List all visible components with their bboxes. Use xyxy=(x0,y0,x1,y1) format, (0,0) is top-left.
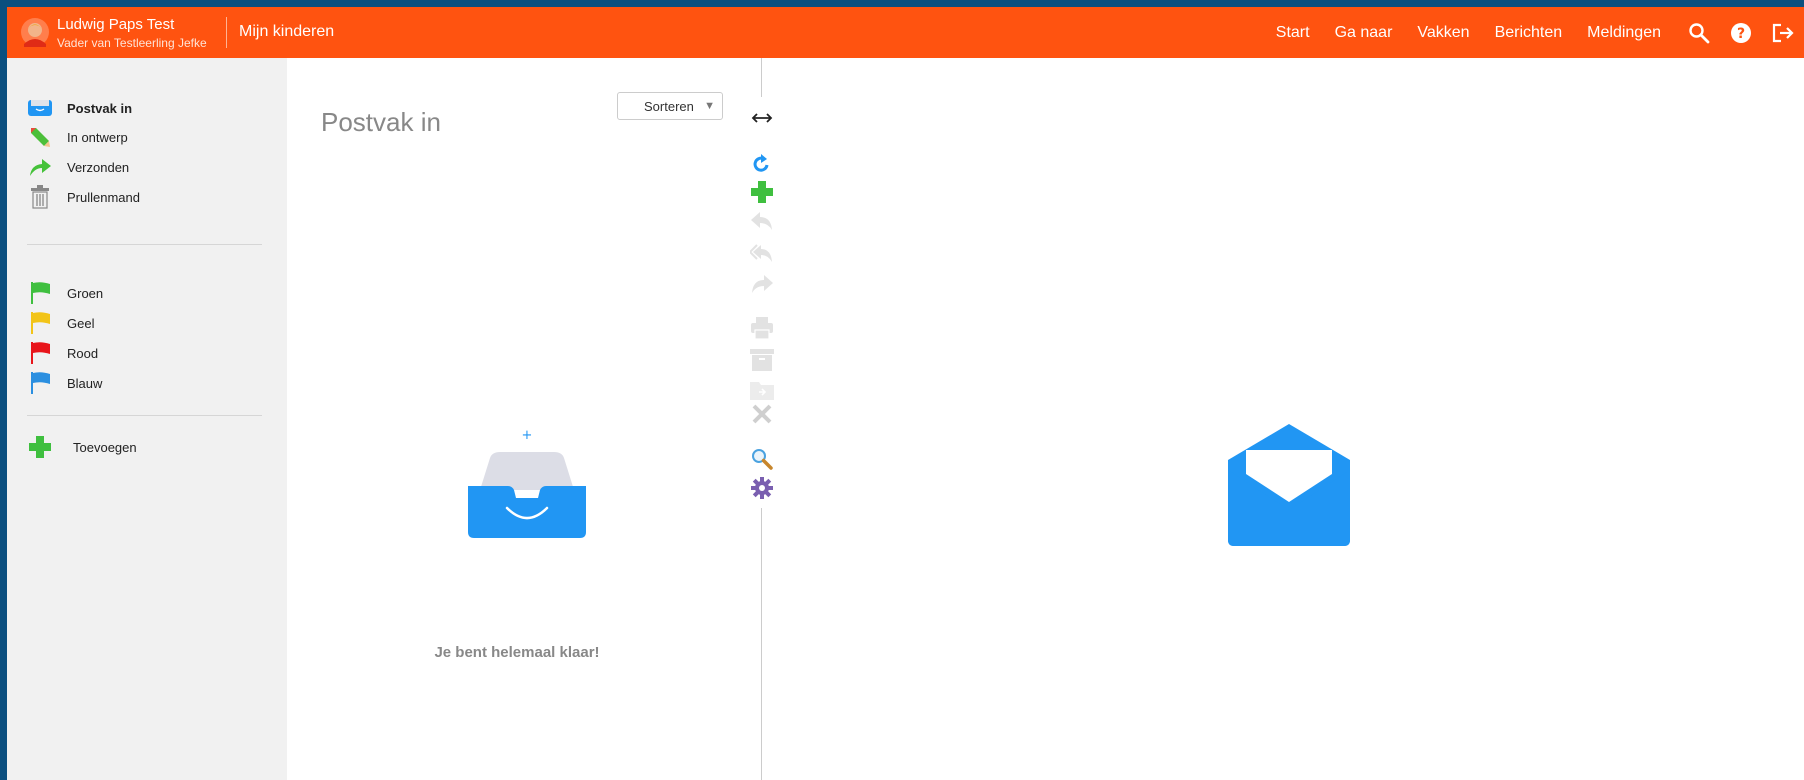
sidebar-item-label: Rood xyxy=(67,345,99,361)
open-envelope-icon xyxy=(1228,424,1350,546)
sidebar-item-label: Groen xyxy=(67,285,104,301)
top-navigation: Start Ga naar Vakken Berichten Meldingen… xyxy=(1276,7,1804,58)
sidebar-item-label: Prullenmand xyxy=(67,189,140,205)
sidebar-item-label: Verzonden xyxy=(67,159,130,175)
sidebar-item-flag-red[interactable]: Rood xyxy=(27,340,98,366)
sidebar-item-trash[interactable]: Prullenmand xyxy=(27,184,140,210)
nav-messages[interactable]: Berichten xyxy=(1495,24,1563,42)
message-toolbar xyxy=(747,58,777,780)
svg-text:?: ? xyxy=(1737,26,1745,42)
sidebar-item-sent[interactable]: Verzonden xyxy=(27,154,129,180)
sidebar-item-label: Postvak in xyxy=(67,100,133,116)
sidebar-divider xyxy=(27,244,262,245)
nav-start[interactable]: Start xyxy=(1276,24,1310,42)
caret-down-icon: ▼ xyxy=(704,100,715,112)
red-flag-icon xyxy=(27,341,53,365)
add-plus-icon xyxy=(27,435,53,459)
top-bar: Ludwig Paps Test Vader van Testleerling … xyxy=(7,7,1804,58)
yellow-flag-icon xyxy=(27,311,53,335)
user-name[interactable]: Ludwig Paps Test xyxy=(57,16,174,33)
app-window: Ludwig Paps Test Vader van Testleerling … xyxy=(7,7,1804,780)
sidebar-item-label: Geel xyxy=(67,315,95,331)
sidebar-item-flag-green[interactable]: Groen xyxy=(27,280,103,306)
new-message-icon[interactable] xyxy=(750,180,774,204)
send-arrow-icon xyxy=(27,155,53,179)
nav-notifications[interactable]: Meldingen xyxy=(1587,24,1661,42)
sidebar-item-inbox[interactable]: Postvak in xyxy=(27,95,132,121)
sidebar-item-label: In ontwerp xyxy=(67,129,128,145)
toolbar-divider xyxy=(761,58,762,97)
svg-text:+: + xyxy=(522,428,533,443)
user-avatar-icon[interactable] xyxy=(20,17,50,47)
pencil-icon xyxy=(27,125,53,149)
search-icon[interactable] xyxy=(1686,20,1712,46)
sidebar-item-flag-yellow[interactable]: Geel xyxy=(27,310,94,336)
print-icon[interactable] xyxy=(750,316,774,340)
sidebar-divider xyxy=(27,415,262,416)
toolbar-divider xyxy=(761,508,762,780)
archive-icon[interactable] xyxy=(750,348,774,372)
page-title: Postvak in xyxy=(321,107,441,138)
trash-icon xyxy=(27,185,53,209)
empty-inbox-illustration-icon: + xyxy=(468,428,586,538)
help-icon[interactable]: ? xyxy=(1728,20,1754,46)
forward-icon[interactable] xyxy=(750,272,774,296)
my-children-link[interactable]: Mijn kinderen xyxy=(239,23,334,41)
sidebar-item-flag-blue[interactable]: Blauw xyxy=(27,370,102,396)
reading-pane xyxy=(777,58,1804,780)
sidebar-item-label: Blauw xyxy=(67,375,103,391)
delete-icon[interactable] xyxy=(750,402,774,426)
green-flag-icon xyxy=(27,281,53,305)
sort-label: Sorteren xyxy=(644,99,694,114)
blue-flag-icon xyxy=(27,371,53,395)
search-zoom-icon[interactable] xyxy=(750,447,774,471)
move-icon[interactable] xyxy=(750,378,774,402)
sidebar: Postvak in In ontwerp Verzonden Prullenm… xyxy=(7,58,287,780)
settings-gear-icon[interactable] xyxy=(750,476,774,500)
refresh-icon[interactable] xyxy=(750,152,774,176)
add-flag-button[interactable]: Toevoegen xyxy=(27,434,137,460)
message-list-pane: Postvak in Sorteren ▼ + Je bent helemaal… xyxy=(287,58,747,780)
reply-all-icon[interactable] xyxy=(750,241,774,265)
nav-go-to[interactable]: Ga naar xyxy=(1335,24,1393,42)
add-flag-label: Toevoegen xyxy=(73,439,137,455)
sidebar-item-drafts[interactable]: In ontwerp xyxy=(27,124,128,150)
nav-courses[interactable]: Vakken xyxy=(1417,24,1469,42)
reply-icon[interactable] xyxy=(750,209,774,233)
empty-state-message: Je bent helemaal klaar! xyxy=(434,644,600,661)
inbox-icon xyxy=(27,96,53,120)
topbar-divider xyxy=(226,17,227,48)
user-role: Vader van Testleerling Jefke xyxy=(57,36,207,50)
expand-arrows-icon[interactable] xyxy=(750,106,774,130)
logout-icon[interactable] xyxy=(1770,20,1796,46)
sort-dropdown[interactable]: Sorteren ▼ xyxy=(617,92,723,120)
